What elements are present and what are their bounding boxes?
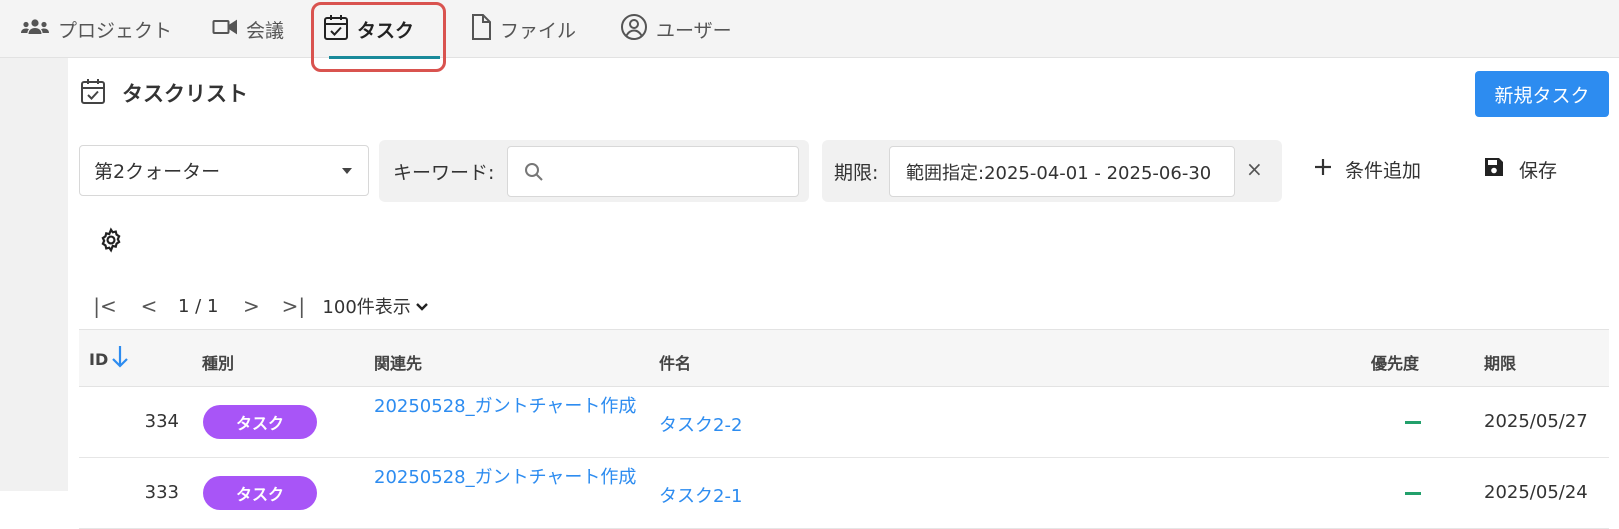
row-id: 333 [144, 482, 179, 503]
keyword-filter: キーワード: [379, 140, 809, 202]
due-date-label: 期限: [834, 162, 879, 184]
save-button[interactable]: 保存 [1483, 156, 1557, 183]
nav-label-projects: プロジェクト [58, 19, 173, 42]
top-navigation: プロジェクト 会議 タスク ファイル ユーザー [0, 0, 1619, 59]
add-condition-button[interactable]: 条件追加 [1313, 156, 1421, 183]
next-page-button[interactable]: > [236, 294, 266, 318]
row-id: 334 [144, 411, 179, 432]
plus-icon [1313, 157, 1333, 182]
keyword-input-box[interactable] [507, 146, 799, 197]
page-size-label: 100件表示 [322, 297, 411, 318]
save-label: 保存 [1519, 160, 1558, 182]
floppy-disk-icon [1483, 156, 1505, 183]
subject-link[interactable]: タスク2-2 [659, 411, 742, 437]
table-row[interactable]: 334 タスク 20250528_ガントチャート作成 タスク2-2 2025/0… [79, 387, 1609, 458]
users-icon [20, 18, 50, 41]
clear-icon[interactable]: × [1246, 157, 1263, 181]
chevron-down-icon [415, 296, 429, 317]
keyword-input[interactable] [552, 147, 792, 196]
video-camera-icon [212, 18, 238, 41]
priority-indicator [1405, 421, 1421, 424]
page-header: タスクリスト [80, 76, 248, 110]
nav-label-meetings: 会議 [246, 19, 285, 42]
add-condition-label: 条件追加 [1345, 160, 1422, 182]
column-header-due[interactable]: 期限 [1484, 350, 1516, 374]
nav-item-users[interactable]: ユーザー [620, 0, 732, 58]
column-header-priority[interactable]: 優先度 [1371, 350, 1419, 374]
related-link[interactable]: 20250528_ガントチャート作成 [374, 464, 644, 492]
settings-gear-icon[interactable] [98, 227, 124, 257]
caret-down-icon [342, 168, 352, 174]
row-due-date: 2025/05/24 [1484, 482, 1588, 503]
column-header-related[interactable]: 関連先 [374, 350, 422, 374]
file-icon [470, 13, 492, 46]
nav-item-projects[interactable]: プロジェクト [20, 0, 172, 58]
type-badge: タスク [203, 405, 317, 439]
nav-label-users: ユーザー [656, 19, 732, 42]
table-header: ID 種別 関連先 件名 優先度 期限 [79, 329, 1609, 387]
quarter-select-value: 第2クォーター [94, 161, 221, 183]
new-task-button[interactable]: 新規タスク [1475, 71, 1609, 117]
page-size-select[interactable]: 100件表示 [322, 293, 428, 319]
row-due-date: 2025/05/27 [1484, 411, 1588, 432]
search-icon [524, 162, 544, 186]
prev-page-button[interactable]: < [134, 294, 164, 318]
first-page-button[interactable]: |< [90, 294, 120, 318]
left-sidebar [0, 58, 68, 491]
related-link[interactable]: 20250528_ガントチャート作成 [374, 393, 644, 421]
active-tab-highlight [311, 2, 446, 72]
priority-indicator [1405, 492, 1421, 495]
last-page-button[interactable]: >| [278, 294, 308, 318]
nav-item-files[interactable]: ファイル [470, 0, 576, 58]
sort-desc-arrow-icon[interactable] [111, 344, 129, 374]
table-row[interactable]: 333 タスク 20250528_ガントチャート作成 タスク2-1 2025/0… [79, 458, 1609, 529]
pagination: |< < 1 / 1 > >| 100件表示 [90, 292, 429, 320]
column-header-subject[interactable]: 件名 [659, 350, 691, 374]
user-circle-icon [620, 13, 648, 46]
page-indicator: 1 / 1 [178, 295, 219, 317]
subject-link[interactable]: タスク2-1 [659, 482, 742, 508]
page-title: タスクリスト [122, 82, 248, 106]
keyword-label: キーワード: [393, 162, 495, 184]
nav-item-meetings[interactable]: 会議 [212, 0, 284, 58]
due-date-range-field[interactable]: 範囲指定:2025-04-01 - 2025-06-30 [889, 146, 1235, 197]
type-badge: タスク [203, 476, 317, 510]
nav-label-files: ファイル [500, 19, 577, 42]
column-header-type[interactable]: 種別 [202, 350, 234, 374]
due-date-filter: 期限: 範囲指定:2025-04-01 - 2025-06-30 × [822, 140, 1282, 202]
calendar-check-icon [80, 77, 106, 109]
quarter-select[interactable]: 第2クォーター [79, 145, 369, 196]
column-header-id[interactable]: ID [89, 350, 108, 369]
